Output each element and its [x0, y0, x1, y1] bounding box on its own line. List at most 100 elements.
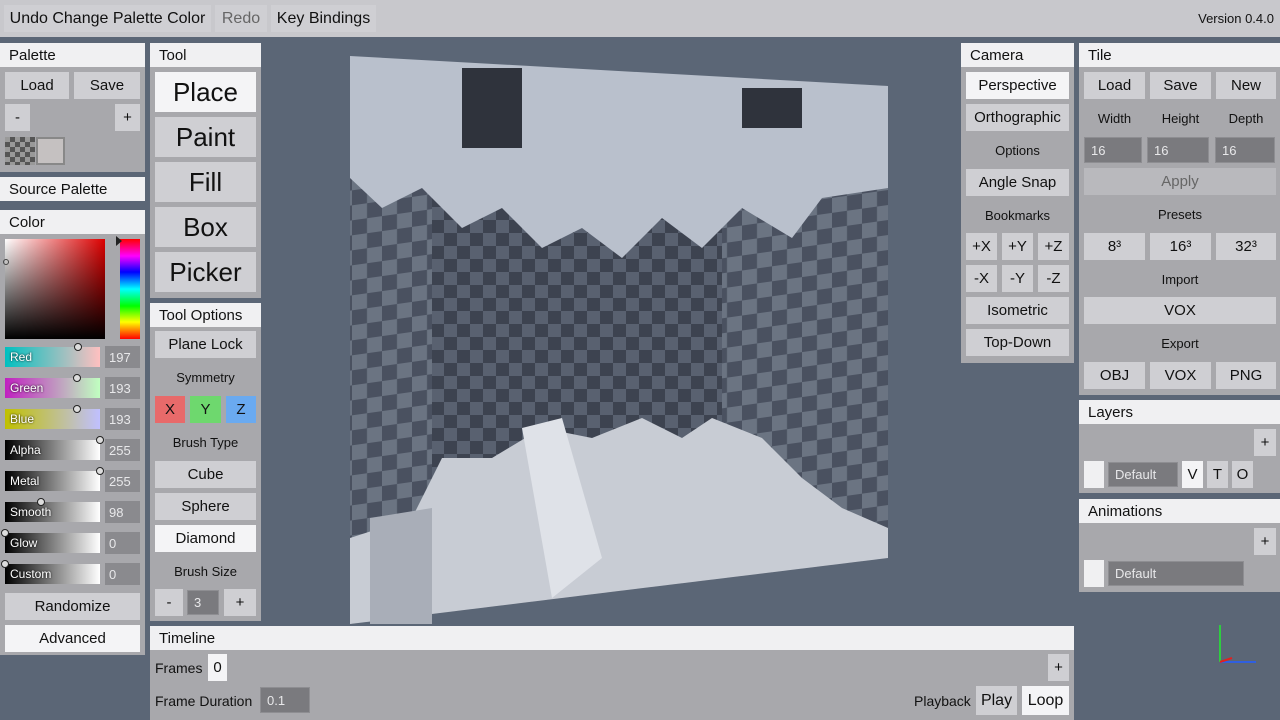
palette-add-button[interactable]: + [115, 104, 140, 131]
animations-add-button[interactable]: + [1254, 528, 1276, 555]
layers-add-button[interactable]: + [1254, 429, 1276, 456]
slider-value-alpha[interactable]: 255 [105, 439, 140, 461]
slider-alpha[interactable]: Alpha [5, 436, 104, 460]
bookmark-minus-y-button[interactable]: -Y [1002, 265, 1033, 292]
tile-new-button[interactable]: New [1216, 72, 1276, 99]
height-input[interactable]: 16 [1147, 137, 1209, 163]
brush-cube-button[interactable]: Cube [155, 461, 256, 488]
slider-value-blue[interactable]: 193 [105, 408, 140, 430]
bookmark-minus-z-button[interactable]: -Z [1038, 265, 1069, 292]
slider-value-green[interactable]: 193 [105, 377, 140, 399]
plane-lock-button[interactable]: Plane Lock [155, 331, 256, 358]
layer-o-toggle[interactable]: O [1232, 461, 1253, 488]
bookmark-plus-z-button[interactable]: +Z [1038, 233, 1069, 260]
palette-save-button[interactable]: Save [74, 72, 140, 99]
slider-value-smooth[interactable]: 98 [105, 501, 140, 523]
depth-input[interactable]: 16 [1215, 137, 1275, 163]
selected-color-swatch[interactable] [36, 137, 65, 165]
export-png-button[interactable]: PNG [1216, 362, 1276, 389]
randomize-button[interactable]: Randomize [5, 593, 140, 620]
transparent-swatch[interactable] [5, 137, 35, 165]
tool-box-button[interactable]: Box [155, 207, 256, 247]
hue-slider[interactable] [120, 239, 140, 339]
preset-32-button[interactable]: 32³ [1216, 233, 1276, 260]
slider-custom[interactable]: Custom [1, 560, 100, 584]
angle-snap-button[interactable]: Angle Snap [966, 169, 1069, 196]
palette-remove-button[interactable]: - [5, 104, 30, 131]
export-obj-button[interactable]: OBJ [1084, 362, 1145, 389]
bookmarks-label: Bookmarks [984, 207, 1051, 223]
animation-color-swatch[interactable] [1084, 560, 1104, 587]
play-button[interactable]: Play [976, 686, 1017, 715]
tile-save-button[interactable]: Save [1150, 72, 1211, 99]
brush-size-input[interactable]: 3 [187, 590, 219, 615]
tile-load-button[interactable]: Load [1084, 72, 1145, 99]
slider-metal[interactable]: Metal [5, 467, 104, 491]
bookmark-plus-y-button[interactable]: +Y [1002, 233, 1033, 260]
slider-glow[interactable]: Glow [1, 529, 100, 553]
slider-smooth[interactable]: Smooth [5, 498, 100, 522]
source-palette-panel: Source Palette [0, 177, 145, 201]
slider-value-glow[interactable]: 0 [105, 532, 140, 554]
bookmark-plus-x-button[interactable]: +X [966, 233, 997, 260]
preset-8-button[interactable]: 8³ [1084, 233, 1145, 260]
symmetry-z-button[interactable]: Z [226, 396, 256, 423]
slider-knob[interactable] [74, 343, 83, 351]
hue-marker [116, 236, 122, 246]
slider-knob[interactable] [96, 467, 104, 475]
slider-label: Smooth [10, 505, 52, 519]
camera-orthographic-button[interactable]: Orthographic [966, 104, 1069, 131]
layer-t-toggle[interactable]: T [1207, 461, 1228, 488]
source-palette-header[interactable]: Source Palette [0, 177, 145, 201]
isometric-button[interactable]: Isometric [966, 297, 1069, 324]
top-down-button[interactable]: Top-Down [966, 329, 1069, 356]
slider-knob[interactable] [73, 405, 82, 413]
loop-button[interactable]: Loop [1022, 686, 1069, 715]
width-input[interactable]: 16 [1084, 137, 1142, 163]
frame-duration-input[interactable]: 0.1 [260, 687, 310, 713]
preset-16-button[interactable]: 16³ [1150, 233, 1211, 260]
brush-size-decrease-button[interactable]: - [155, 589, 183, 616]
camera-perspective-button[interactable]: Perspective [966, 72, 1069, 99]
palette-load-button[interactable]: Load [5, 72, 69, 99]
symmetry-x-button[interactable]: X [155, 396, 185, 423]
undo-button[interactable]: Undo Change Palette Color [4, 5, 211, 32]
redo-button[interactable]: Redo [215, 5, 267, 32]
saturation-value-picker[interactable] [5, 239, 105, 339]
slider-value-metal[interactable]: 255 [105, 470, 140, 492]
slider-knob[interactable] [1, 560, 9, 568]
import-vox-button[interactable]: VOX [1084, 297, 1276, 324]
slider-blue[interactable]: Blue [5, 405, 100, 429]
symmetry-y-button[interactable]: Y [190, 396, 221, 423]
slider-red[interactable]: Red [5, 343, 100, 367]
frames-label: Frames [155, 660, 203, 676]
apply-button[interactable]: Apply [1084, 168, 1276, 195]
timeline-add-frame-button[interactable]: + [1048, 654, 1069, 681]
brush-sphere-button[interactable]: Sphere [155, 493, 256, 520]
slider-value-custom[interactable]: 0 [105, 563, 140, 585]
layer-name-input[interactable]: Default [1108, 462, 1178, 487]
layer-color-swatch[interactable] [1084, 461, 1104, 488]
tool-fill-button[interactable]: Fill [155, 162, 256, 202]
slider-knob[interactable] [1, 529, 9, 537]
export-vox-button[interactable]: VOX [1150, 362, 1211, 389]
advanced-button[interactable]: Advanced [5, 625, 140, 652]
slider-green[interactable]: Green [5, 374, 100, 398]
slider-value-red[interactable]: 197 [105, 346, 140, 368]
brush-type-label: Brush Type [172, 434, 239, 450]
tool-paint-button[interactable]: Paint [155, 117, 256, 157]
height-label: Height [1161, 110, 1200, 126]
tool-place-button[interactable]: Place [155, 72, 256, 112]
playback-label: Playback [914, 693, 971, 709]
brush-size-increase-button[interactable]: + [224, 589, 256, 616]
frame-0-button[interactable]: 0 [208, 654, 227, 681]
layer-visible-toggle[interactable]: V [1182, 461, 1203, 488]
brush-diamond-button[interactable]: Diamond [155, 525, 256, 552]
animation-name-input[interactable]: Default [1108, 561, 1244, 586]
bookmark-minus-x-button[interactable]: -X [966, 265, 997, 292]
tool-picker-button[interactable]: Picker [155, 252, 256, 292]
voxel-viewport[interactable] [262, 38, 960, 625]
key-bindings-button[interactable]: Key Bindings [271, 5, 376, 32]
slider-knob[interactable] [96, 436, 104, 444]
slider-knob[interactable] [73, 374, 82, 382]
